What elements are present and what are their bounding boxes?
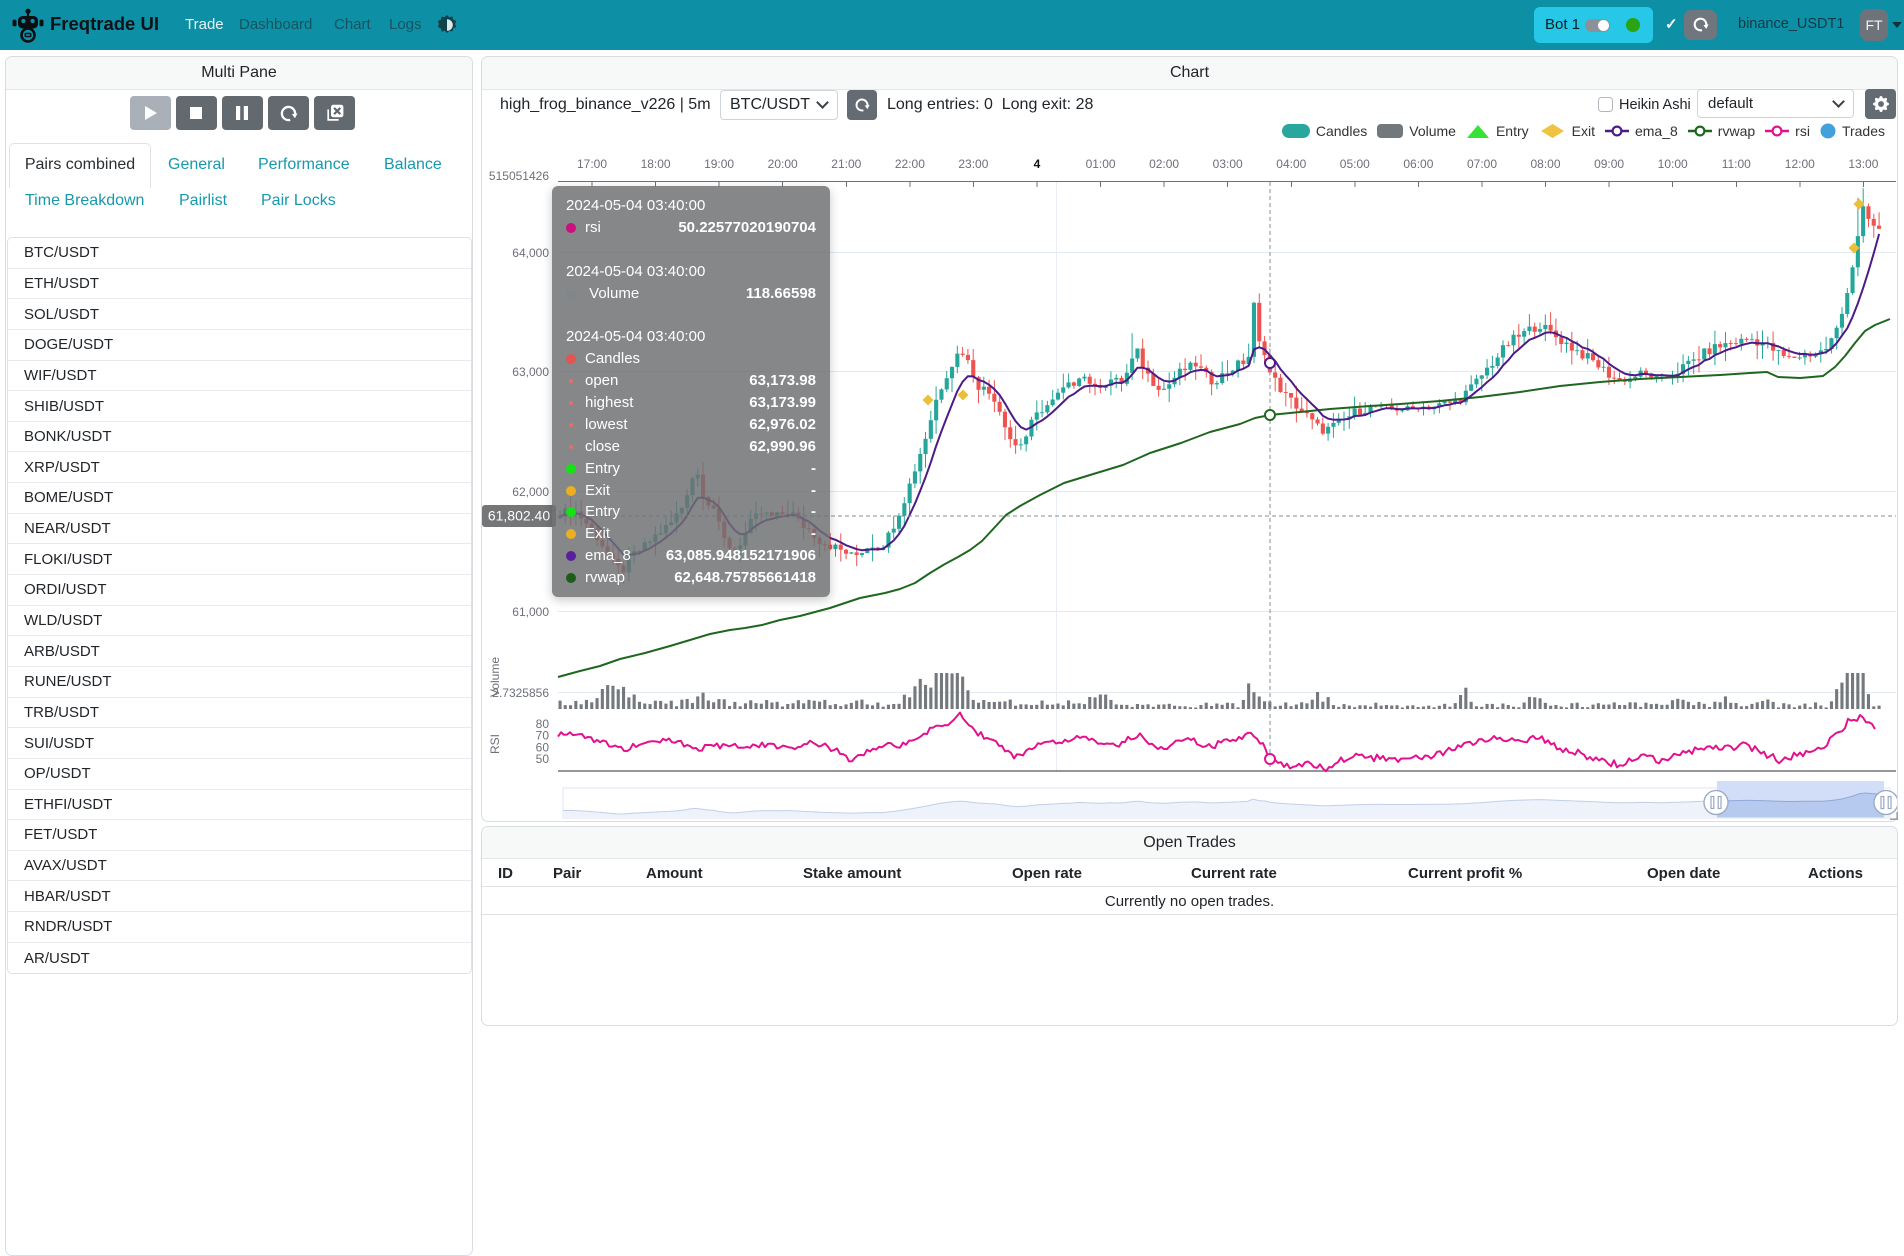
svg-text:10:00: 10:00 — [1658, 157, 1688, 171]
svg-text:03:00: 03:00 — [1213, 157, 1243, 171]
svg-text:08:00: 08:00 — [1530, 157, 1560, 171]
svg-text:515051426: 515051426 — [489, 169, 549, 183]
svg-text:18:00: 18:00 — [641, 157, 671, 171]
svg-text:61,000: 61,000 — [512, 605, 549, 619]
svg-text:Volume: Volume — [488, 657, 502, 697]
svg-text:11:00: 11:00 — [1722, 157, 1751, 171]
svg-text:RSI: RSI — [488, 734, 502, 754]
svg-text:12:00: 12:00 — [1785, 157, 1815, 171]
svg-text:23:00: 23:00 — [958, 157, 988, 171]
svg-text:50: 50 — [536, 752, 550, 766]
svg-text:61,802.40: 61,802.40 — [488, 508, 550, 524]
svg-text:02:00: 02:00 — [1149, 157, 1179, 171]
svg-text:13:00: 13:00 — [1848, 157, 1878, 171]
svg-text:06:00: 06:00 — [1403, 157, 1433, 171]
svg-text:22:00: 22:00 — [895, 157, 925, 171]
svg-text:17:00: 17:00 — [577, 157, 607, 171]
svg-text:21:00: 21:00 — [831, 157, 861, 171]
svg-text:62,000: 62,000 — [512, 485, 549, 499]
svg-text:4: 4 — [1034, 157, 1041, 171]
svg-text:07:00: 07:00 — [1467, 157, 1497, 171]
svg-text:05:00: 05:00 — [1340, 157, 1370, 171]
svg-text:04:00: 04:00 — [1276, 157, 1306, 171]
svg-text:01:00: 01:00 — [1086, 157, 1116, 171]
svg-text:09:00: 09:00 — [1594, 157, 1624, 171]
svg-text:64,000: 64,000 — [512, 246, 549, 260]
svg-text:20:00: 20:00 — [768, 157, 798, 171]
svg-text:63,000: 63,000 — [512, 365, 549, 379]
svg-text:19:00: 19:00 — [704, 157, 734, 171]
